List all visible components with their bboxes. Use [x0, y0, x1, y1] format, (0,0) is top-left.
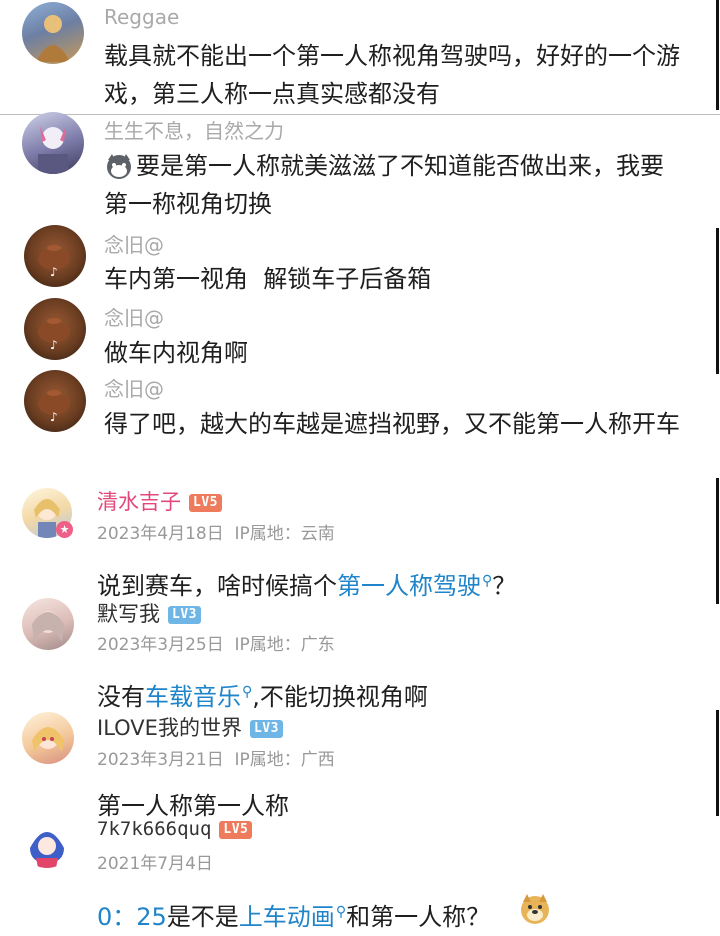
avatar-figure-icon	[38, 126, 68, 174]
commenter-name: 生生不息，自然之力	[104, 119, 284, 143]
tiktok-icon: ♪	[50, 338, 58, 352]
post-meta: 2023年4月18日 IP属地：云南	[97, 519, 335, 544]
commenter-name: 念旧@	[104, 377, 164, 401]
ip-location: IP属地：广东	[234, 635, 335, 655]
ip-location: IP属地：云南	[234, 524, 335, 544]
avatar[interactable]	[22, 112, 84, 174]
level-badge: LV5	[189, 494, 222, 512]
scroll-marker	[716, 478, 719, 604]
post-date: 2021年7月4日	[97, 854, 213, 874]
vip-star-icon: ★	[56, 521, 73, 538]
tiktok-icon: ♪	[50, 410, 58, 424]
level-badge: LV3	[168, 606, 201, 624]
username-text[interactable]: 7k7k666quq	[97, 818, 211, 840]
level-badge: LV5	[219, 820, 253, 839]
comment-text: 载具就不能出一个第一人称视角驾驶吗，好好的一个游戏，第三人称一点真实感都没有	[104, 42, 680, 108]
avatar[interactable]: ♪	[24, 370, 86, 432]
avatar[interactable]	[22, 818, 72, 868]
commenter-name: 念旧@	[104, 233, 164, 257]
avatar-girl-icon	[32, 727, 64, 752]
comment-text-part: ,不能切换视角啊	[252, 683, 428, 711]
search-link[interactable]: 车载音乐	[145, 683, 241, 711]
search-link[interactable]: 第一人称驾驶	[337, 572, 481, 600]
username[interactable]: 清水吉子 LV5	[97, 486, 222, 516]
post-date: 2023年3月25日	[97, 635, 224, 655]
commenter-name: Reggae	[104, 5, 180, 29]
scroll-marker	[716, 710, 719, 816]
comment-text-part: 是不是	[166, 903, 239, 931]
comment-text-part: 没有	[97, 683, 145, 711]
avatar[interactable]: ♪	[24, 298, 86, 360]
avatar[interactable]	[22, 2, 84, 64]
search-icon[interactable]: ⚲	[242, 684, 252, 700]
doge-emoji-icon	[521, 894, 549, 924]
username-text[interactable]: 清水吉子	[97, 490, 181, 514]
avatar-chibi-icon	[30, 832, 64, 868]
username[interactable]: 默写我 LV3	[97, 598, 201, 628]
avatar-figure-icon	[36, 15, 70, 62]
scroll-marker	[716, 228, 719, 374]
search-link[interactable]: 上车动画	[239, 903, 335, 931]
comment-text: 要是第一人称就美滋滋了不知道能否做出来，我要第一称视角切换	[104, 152, 664, 218]
username-text[interactable]: ILOVE我的世界	[97, 716, 242, 740]
search-icon[interactable]: ⚲	[482, 573, 492, 589]
timestamp-link[interactable]: 0：25	[97, 903, 167, 931]
username[interactable]: ILOVE我的世界 LV3	[97, 712, 283, 742]
comment-text-part: ？	[492, 572, 517, 600]
avatar[interactable]	[22, 598, 74, 650]
comment-text-part: 和第一人称？	[346, 903, 491, 931]
level-badge: LV3	[249, 720, 283, 738]
post-meta: 2023年3月21日 IP属地：广西	[97, 745, 335, 770]
tiktok-icon: ♪	[50, 265, 58, 279]
ip-location: IP属地：广西	[234, 750, 335, 770]
username-text[interactable]: 默写我	[97, 602, 160, 626]
post-date: 2023年4月18日	[97, 524, 224, 544]
comment-text-part: 说到赛车，啥时候搞个	[97, 572, 337, 600]
avatar[interactable]: ♪	[24, 225, 86, 287]
search-icon[interactable]: ⚲	[336, 904, 346, 920]
username[interactable]: 7k7k666quq LV5	[97, 818, 253, 840]
comment-text: 0：25是不是上车动画⚲和第一人称？	[97, 893, 490, 936]
commenter-name: 念旧@	[104, 306, 164, 330]
post-date: 2023年3月21日	[97, 750, 224, 770]
post-meta: 2023年3月25日 IP属地：广东	[97, 630, 335, 655]
avatar-portrait-icon	[32, 611, 64, 642]
comment-text: 得了吧，越大的车越是遮挡视野，又不能第一人称开车	[104, 410, 680, 438]
comment-text: 做车内视角啊	[104, 339, 248, 367]
avatar[interactable]	[22, 712, 74, 764]
comment-text: 没有车载音乐⚲,不能切换视角啊	[97, 673, 428, 716]
comment-text: 车内第一视角 解锁车子后备箱	[104, 265, 432, 293]
scroll-marker	[716, 0, 719, 110]
